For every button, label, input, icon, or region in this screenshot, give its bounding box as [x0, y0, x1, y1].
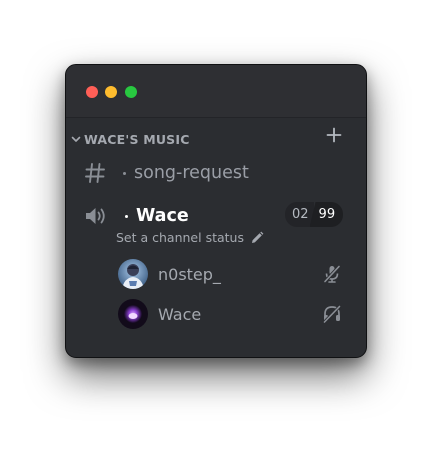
text-channel-song-request[interactable]: song-request	[84, 160, 249, 186]
category-label: WACE'S MUSIC	[84, 131, 190, 147]
voice-user-n0step[interactable]: n0step_	[118, 259, 350, 289]
title-bar	[66, 65, 366, 118]
channel-name: song-request	[134, 163, 249, 183]
app-window: WACE'S MUSIC song-request Wace 02 99 Set…	[65, 64, 367, 358]
pencil-icon	[251, 231, 264, 243]
hash-icon	[85, 163, 105, 183]
category-header[interactable]: WACE'S MUSIC	[70, 131, 190, 147]
user-limit-badge: 02 99	[285, 202, 344, 227]
activity-dot	[125, 214, 128, 218]
voice-user-wace[interactable]: Wace	[118, 299, 350, 329]
channel-name: Wace	[136, 206, 189, 226]
close-window-button[interactable]	[86, 86, 98, 98]
avatar	[118, 299, 148, 329]
maximize-window-button[interactable]	[125, 86, 137, 98]
headphones-deafened-icon	[323, 305, 341, 324]
avatar	[118, 259, 148, 289]
channel-list: WACE'S MUSIC song-request Wace 02 99 Set…	[66, 118, 366, 357]
minimize-window-button[interactable]	[105, 86, 117, 98]
speaker-icon	[86, 208, 105, 224]
user-limit: 99	[309, 202, 344, 227]
microphone-muted-icon	[323, 265, 341, 283]
plus-icon[interactable]	[326, 127, 342, 143]
unread-dot	[123, 171, 126, 175]
voice-channel-wace[interactable]: Wace	[84, 203, 189, 229]
username: n0step_	[158, 264, 221, 284]
username: Wace	[158, 304, 202, 324]
channel-status-text: Set a channel status	[116, 230, 244, 245]
chevron-down-icon	[71, 136, 81, 142]
user-count: 02	[285, 202, 314, 227]
channel-status-button[interactable]: Set a channel status	[116, 230, 264, 245]
